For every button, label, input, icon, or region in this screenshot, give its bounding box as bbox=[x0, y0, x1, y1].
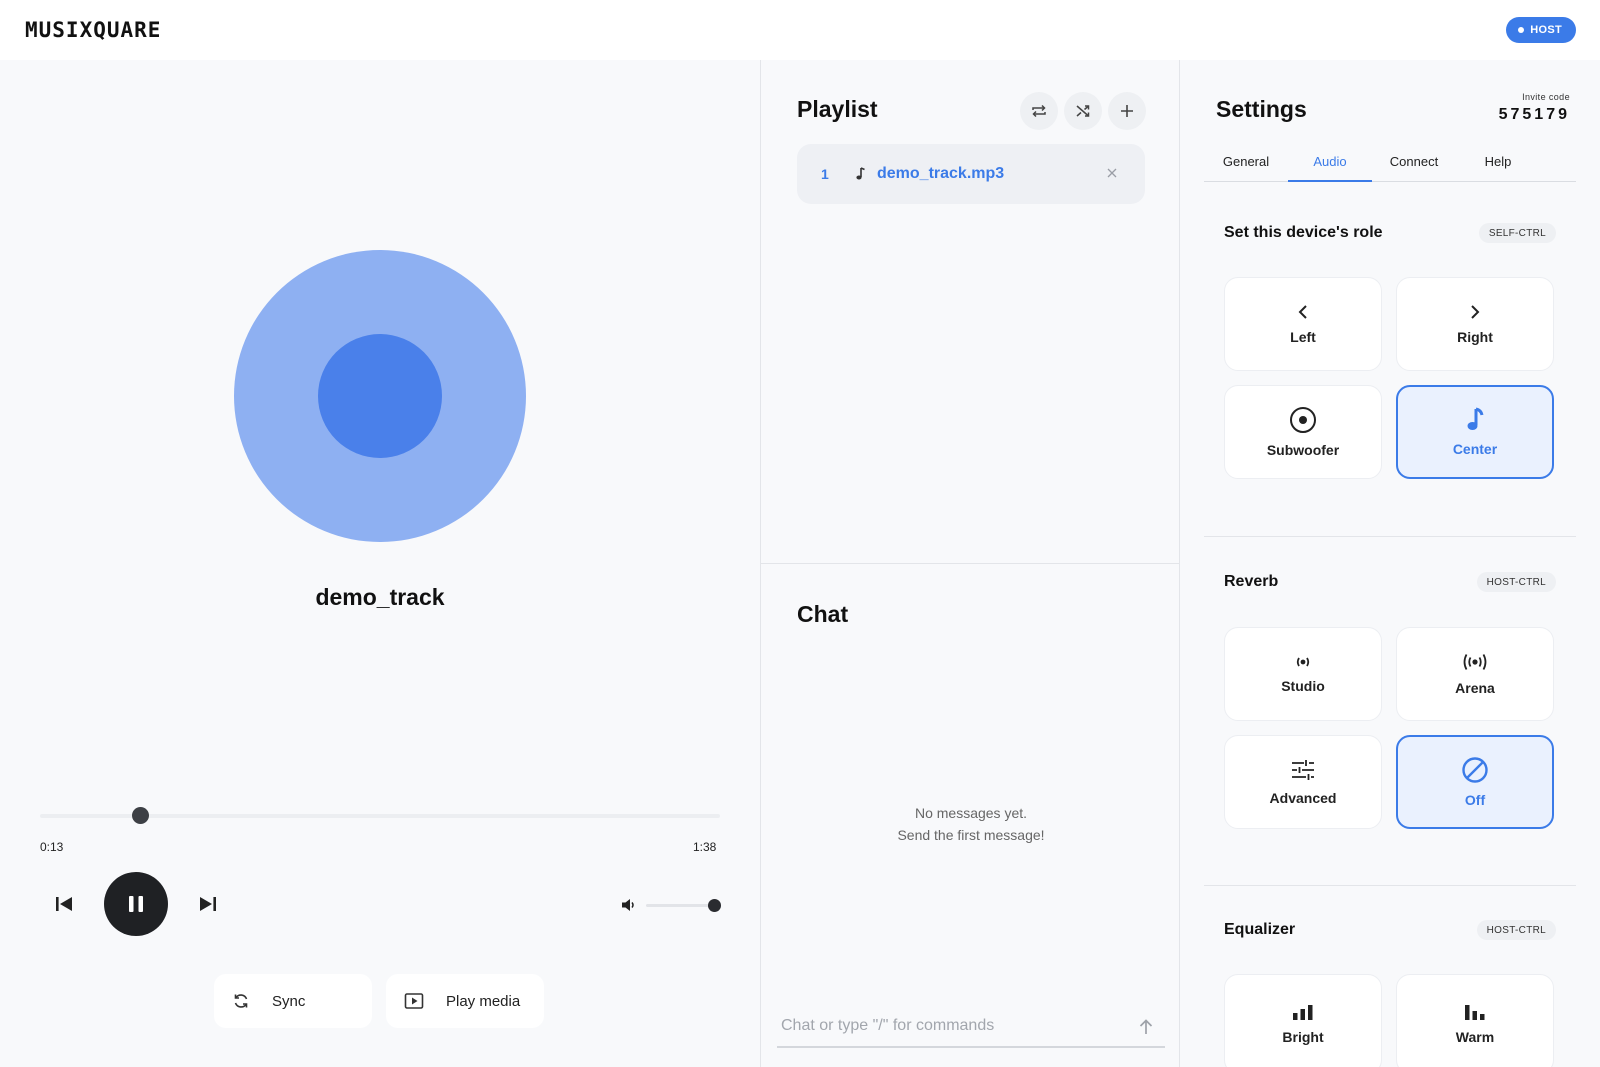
reverb-arena-button[interactable]: Arena bbox=[1396, 627, 1554, 721]
previous-track-button[interactable] bbox=[50, 890, 78, 918]
reverb-host-ctrl-badge: HOST-CTRL bbox=[1476, 572, 1556, 592]
album-art-disc bbox=[234, 250, 526, 542]
eq-warm-button[interactable]: Warm bbox=[1396, 974, 1554, 1067]
volume-thumb[interactable] bbox=[708, 899, 721, 912]
status-dot-icon bbox=[1518, 27, 1525, 33]
progress-bar[interactable] bbox=[40, 807, 720, 824]
track-title: demo_track bbox=[315, 584, 445, 610]
chat-empty-line1: No messages yet. bbox=[914, 805, 1028, 821]
section-divider bbox=[1204, 536, 1576, 537]
host-badge: HOST bbox=[1506, 17, 1576, 43]
broadcast-small-icon bbox=[1296, 657, 1310, 667]
section-divider bbox=[1204, 885, 1576, 886]
pause-icon bbox=[129, 896, 143, 912]
playlist-item[interactable]: 1 demo_track.mp3 bbox=[797, 144, 1145, 204]
chat-title: Chat bbox=[797, 601, 849, 627]
reverb-off-label: Off bbox=[1464, 792, 1486, 808]
tab-help[interactable]: Help bbox=[1456, 148, 1540, 181]
role-section-title: Set this device's role bbox=[1224, 224, 1383, 241]
playlist-title: Playlist bbox=[797, 96, 878, 122]
progress-thumb[interactable] bbox=[131, 807, 149, 824]
shuffle-button[interactable] bbox=[1064, 92, 1102, 130]
chat-empty-line2: Send the first message! bbox=[897, 827, 1045, 843]
top-bar: MUSIXQUARE HOST bbox=[0, 0, 1600, 60]
sync-icon bbox=[234, 994, 248, 1008]
settings-title: Settings bbox=[1216, 96, 1307, 122]
volume-slider[interactable] bbox=[646, 899, 721, 912]
broadcast-large-icon bbox=[1463, 654, 1487, 670]
equalizer-section-title: Equalizer bbox=[1224, 921, 1296, 938]
role-center-label: Center bbox=[1452, 441, 1498, 457]
chat-input[interactable] bbox=[777, 1006, 1117, 1046]
host-badge-label: HOST bbox=[1530, 24, 1562, 36]
pause-button[interactable] bbox=[104, 872, 168, 936]
eq-warm-label: Warm bbox=[1455, 1029, 1495, 1045]
sync-button[interactable]: Sync bbox=[214, 974, 372, 1028]
settings-panel: Settings Invite code 575179 General Audi… bbox=[1180, 60, 1600, 1067]
tab-connect[interactable]: Connect bbox=[1372, 148, 1456, 181]
role-right-label: Right bbox=[1457, 329, 1493, 345]
skip-previous-icon bbox=[56, 897, 72, 911]
reverb-advanced-button[interactable]: Advanced bbox=[1224, 735, 1382, 829]
invite-code-label: Invite code bbox=[1522, 92, 1570, 102]
tab-audio[interactable]: Audio bbox=[1288, 148, 1372, 182]
self-ctrl-badge: SELF-CTRL bbox=[1478, 223, 1556, 243]
reverb-studio-button[interactable]: Studio bbox=[1224, 627, 1382, 721]
play-media-button-label: Play media bbox=[446, 992, 521, 1010]
play-media-icon bbox=[404, 993, 424, 1009]
current-time: 0:13 bbox=[40, 840, 64, 854]
eq-bright-button[interactable]: Bright bbox=[1224, 974, 1382, 1067]
role-left-label: Left bbox=[1290, 329, 1316, 345]
chevron-right-icon bbox=[1471, 305, 1480, 319]
role-subwoofer-label: Subwoofer bbox=[1266, 442, 1340, 458]
play-media-button[interactable]: Play media bbox=[386, 974, 544, 1028]
reverb-studio-label: Studio bbox=[1281, 678, 1325, 694]
chevron-left-icon bbox=[1298, 305, 1307, 319]
reverb-advanced-label: Advanced bbox=[1269, 790, 1337, 806]
plus-icon bbox=[1121, 105, 1133, 117]
bars-descending-icon bbox=[1465, 1005, 1485, 1020]
repeat-button[interactable] bbox=[1020, 92, 1058, 130]
role-left-button[interactable]: Left bbox=[1224, 277, 1382, 371]
add-track-button[interactable] bbox=[1108, 92, 1146, 130]
player-panel: demo_track 0:13 1:38 Sync Play media bbox=[0, 60, 760, 1067]
settings-tabs: General Audio Connect Help bbox=[1204, 148, 1576, 182]
remove-track-icon[interactable] bbox=[1103, 164, 1121, 182]
reverb-arena-label: Arena bbox=[1455, 680, 1495, 696]
role-right-button[interactable]: Right bbox=[1396, 277, 1554, 371]
send-message-button[interactable] bbox=[1135, 1016, 1157, 1038]
arrow-up-icon bbox=[1139, 1019, 1153, 1034]
section-divider bbox=[761, 563, 1181, 564]
role-center-button[interactable]: Center bbox=[1396, 385, 1554, 479]
album-art-disc-center bbox=[318, 334, 442, 458]
next-track-button[interactable] bbox=[194, 890, 222, 918]
playlist-item-index: 1 bbox=[821, 166, 829, 182]
volume-icon[interactable] bbox=[620, 896, 638, 914]
bars-ascending-icon bbox=[1293, 1005, 1313, 1020]
reverb-section-title: Reverb bbox=[1224, 573, 1279, 590]
speaker-circle-icon bbox=[1290, 407, 1316, 433]
sync-button-label: Sync bbox=[272, 992, 306, 1010]
music-note-icon bbox=[855, 167, 877, 181]
shuffle-icon bbox=[1076, 105, 1090, 117]
eq-bright-label: Bright bbox=[1282, 1029, 1324, 1045]
invite-code: 575179 bbox=[1498, 106, 1570, 123]
duration-time: 1:38 bbox=[693, 840, 717, 854]
app-logo: MUSIXQUARE bbox=[25, 18, 162, 42]
equalizer-host-ctrl-badge: HOST-CTRL bbox=[1476, 920, 1556, 940]
role-subwoofer-button[interactable]: Subwoofer bbox=[1224, 385, 1382, 479]
tab-general[interactable]: General bbox=[1204, 148, 1288, 181]
repeat-icon bbox=[1032, 104, 1046, 118]
playlist-chat-panel: Playlist 1 demo_track.mp3 Chat No messag… bbox=[760, 60, 1181, 1067]
disabled-icon bbox=[1462, 757, 1488, 783]
music-note-icon bbox=[1467, 407, 1484, 430]
skip-next-icon bbox=[200, 897, 216, 911]
sliders-icon bbox=[1292, 760, 1314, 780]
chat-empty-state: No messages yet. Send the first message! bbox=[761, 802, 1181, 846]
playlist-item-name: demo_track.mp3 bbox=[877, 165, 1005, 182]
chat-input-area bbox=[777, 1006, 1165, 1048]
reverb-off-button[interactable]: Off bbox=[1396, 735, 1554, 829]
